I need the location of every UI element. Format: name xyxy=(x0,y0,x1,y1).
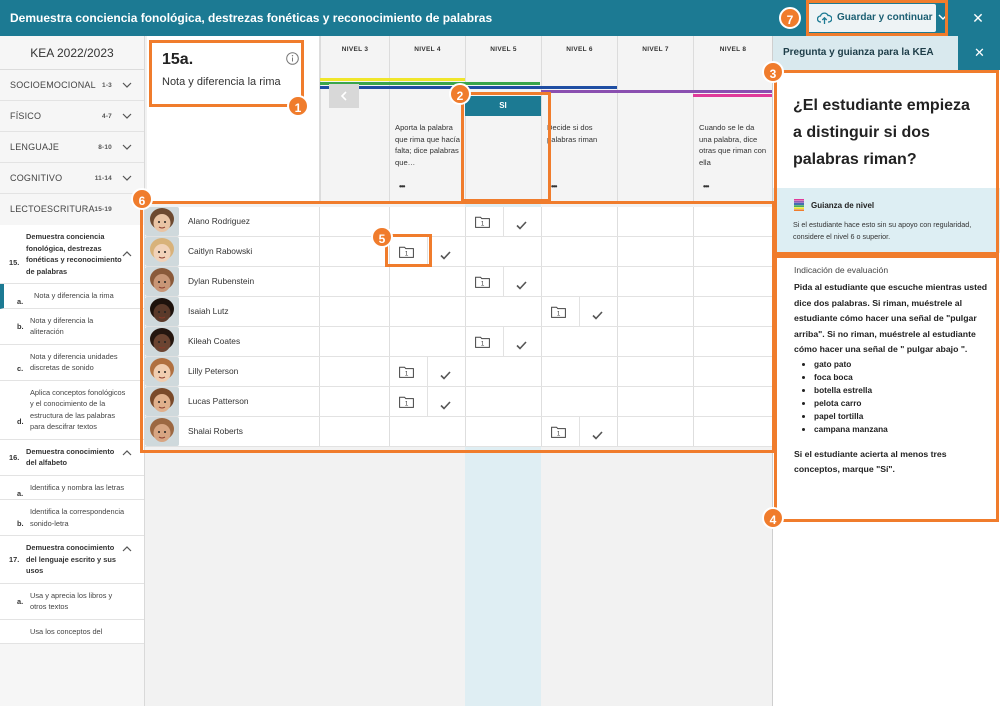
guidance-panel-header: Pregunta y guianza para la KEA ✕ xyxy=(773,36,1000,70)
window-title: Demuestra conciencia fonológica, destrez… xyxy=(10,11,493,25)
section-number: 15. xyxy=(9,258,20,267)
level-description: Aporta la palabra que rima que hacía fal… xyxy=(395,123,461,167)
section-number: 16. xyxy=(9,452,20,462)
previous-levels-button[interactable] xyxy=(329,84,359,108)
chevron-left-icon xyxy=(340,91,347,101)
sidebar-item-15c[interactable]: c. Nota y diferencia unidades discretas … xyxy=(0,344,144,381)
callout-badge: 4 xyxy=(762,507,784,529)
more-icon[interactable]: ••• xyxy=(551,182,561,191)
callout-frame-question xyxy=(774,70,999,255)
sidebar: KEA 2022/2023 SOCIOEMOCIONAL 1-3 FÍSICO … xyxy=(0,36,145,706)
item-label: Usa los conceptos del xyxy=(30,626,103,636)
level-color-bar xyxy=(693,94,772,97)
category-range: 1-3 xyxy=(102,82,112,89)
callout-badge: 7 xyxy=(779,7,801,29)
sidebar-heading: KEA 2022/2023 xyxy=(0,36,144,70)
chevron-down-icon xyxy=(122,113,132,119)
item-label: Aplica conceptos fonológicos y el conoci… xyxy=(30,387,126,432)
sidebar-item-16a[interactable]: a. Identifica y nombra las letras xyxy=(0,475,144,500)
level-color-bar xyxy=(541,90,772,93)
sidebar-category-lectoescritura[interactable]: LECTOESCRITURA 15-19 xyxy=(0,194,144,225)
level-column-7[interactable]: NIVEL 7 xyxy=(617,36,693,201)
item-label: Identifica la correspondencia sonido-let… xyxy=(30,507,125,528)
chevron-down-icon xyxy=(122,82,132,88)
sidebar-section-17[interactable]: 17. Demuestra conocimiento del lenguaje … xyxy=(0,536,144,584)
callout-badge: 2 xyxy=(449,83,471,105)
sidebar-category-lenguaje[interactable]: LENGUAJE 8-10 xyxy=(0,132,144,163)
callout-badge: 6 xyxy=(131,188,153,210)
chevron-down-icon xyxy=(122,144,132,150)
sidebar-item-16b[interactable]: b. Identifica la correspondencia sonido-… xyxy=(0,500,144,536)
callout-frame-si-column xyxy=(461,92,551,202)
item-letter: b. xyxy=(17,519,24,528)
item-letter: a. xyxy=(17,488,24,498)
callout-badge: 1 xyxy=(287,95,309,117)
section-title: Demuestra conciencia fonológica, destrez… xyxy=(26,232,122,276)
item-letter: a. xyxy=(17,596,24,606)
item-letter: a. xyxy=(17,297,24,306)
level-description: Cuando se le da una palabra, dice otras … xyxy=(699,123,767,167)
item-label: Nota y diferencia unidades discretas de … xyxy=(30,351,118,373)
level-column-6[interactable]: NIVEL 6 Decide si dos palabras riman ••• xyxy=(541,36,617,201)
sidebar-item-17b[interactable]: Usa los conceptos del xyxy=(0,619,144,644)
callout-frame-objective xyxy=(149,40,304,107)
level-description: Decide si dos palabras riman xyxy=(547,123,598,144)
level-column-8[interactable]: NIVEL 8 Cuando se le da una palabra, dic… xyxy=(693,36,772,201)
level-column-4[interactable]: NIVEL 4 Aporta la palabra que rima que h… xyxy=(389,36,465,201)
item-label: Nota y diferencia la rima xyxy=(34,291,114,300)
guidance-panel-title: Pregunta y guianza para la KEA xyxy=(783,47,934,58)
chevron-up-icon xyxy=(122,251,132,257)
category-label: LECTOESCRITURA xyxy=(10,204,95,214)
category-range: 8-10 xyxy=(98,144,112,151)
sidebar-section-16[interactable]: 16. Demuestra conocimiento del alfabeto xyxy=(0,439,144,476)
level-color-bar xyxy=(320,78,465,81)
item-label: Usa y aprecia los libros y otros textos xyxy=(30,590,113,612)
callout-frame-instructions xyxy=(774,255,999,522)
sidebar-category-cognitivo[interactable]: COGNITIVO 11-14 xyxy=(0,163,144,194)
category-range: 4-7 xyxy=(102,113,112,120)
chevron-down-icon xyxy=(122,175,132,181)
category-label: COGNITIVO xyxy=(10,173,63,183)
category-range: 15-19 xyxy=(94,206,112,213)
level-label: NIVEL 4 xyxy=(414,46,441,53)
item-label: Identifica y nombra las letras xyxy=(30,482,125,492)
category-label: FÍSICO xyxy=(10,111,42,121)
close-panel-icon[interactable]: ✕ xyxy=(958,36,1000,70)
chevron-up-icon xyxy=(122,449,132,455)
category-range: 11-14 xyxy=(94,175,112,182)
level-label: NIVEL 6 xyxy=(566,46,593,53)
callout-frame-save xyxy=(806,0,948,36)
level-label: NIVEL 5 xyxy=(490,46,517,53)
section-number: 17. xyxy=(9,555,20,564)
level-label: NIVEL 7 xyxy=(642,46,669,53)
sidebar-section-15[interactable]: 15. Demuestra conciencia fonológica, des… xyxy=(0,225,144,284)
level-column-3[interactable]: NIVEL 3 xyxy=(320,36,389,201)
sidebar-item-17a[interactable]: a. Usa y aprecia los libros y otros text… xyxy=(0,583,144,620)
sidebar-category-socioemocional[interactable]: SOCIOEMOCIONAL 1-3 xyxy=(0,70,144,101)
sidebar-category-fisico[interactable]: FÍSICO 4-7 xyxy=(0,101,144,132)
category-label: LENGUAJE xyxy=(10,142,60,152)
callout-badge: 3 xyxy=(762,61,784,83)
level-label: NIVEL 8 xyxy=(719,46,747,53)
callout-frame-student-table xyxy=(140,201,775,453)
sidebar-item-15d[interactable]: d. Aplica conceptos fonológicos y el con… xyxy=(0,380,144,440)
item-letter: c. xyxy=(17,363,24,373)
more-icon[interactable]: ••• xyxy=(399,182,409,191)
more-icon[interactable]: ••• xyxy=(703,182,713,191)
category-label: SOCIOEMOCIONAL xyxy=(10,80,96,90)
section-title: Demuestra conocimiento del alfabeto xyxy=(26,446,115,468)
item-label: Nota y diferencia la aliteración xyxy=(30,315,94,337)
level-label: NIVEL 3 xyxy=(341,46,369,53)
item-letter: b. xyxy=(17,321,24,331)
close-icon[interactable]: ✕ xyxy=(970,10,986,26)
chevron-up-icon xyxy=(122,546,132,552)
sidebar-item-15a[interactable]: a. Nota y diferencia la rima xyxy=(0,284,144,309)
section-title: Demuestra conocimiento del lenguaje escr… xyxy=(26,543,116,575)
sidebar-item-15b[interactable]: b. Nota y diferencia la aliteración xyxy=(0,308,144,345)
item-letter: d. xyxy=(17,416,24,426)
